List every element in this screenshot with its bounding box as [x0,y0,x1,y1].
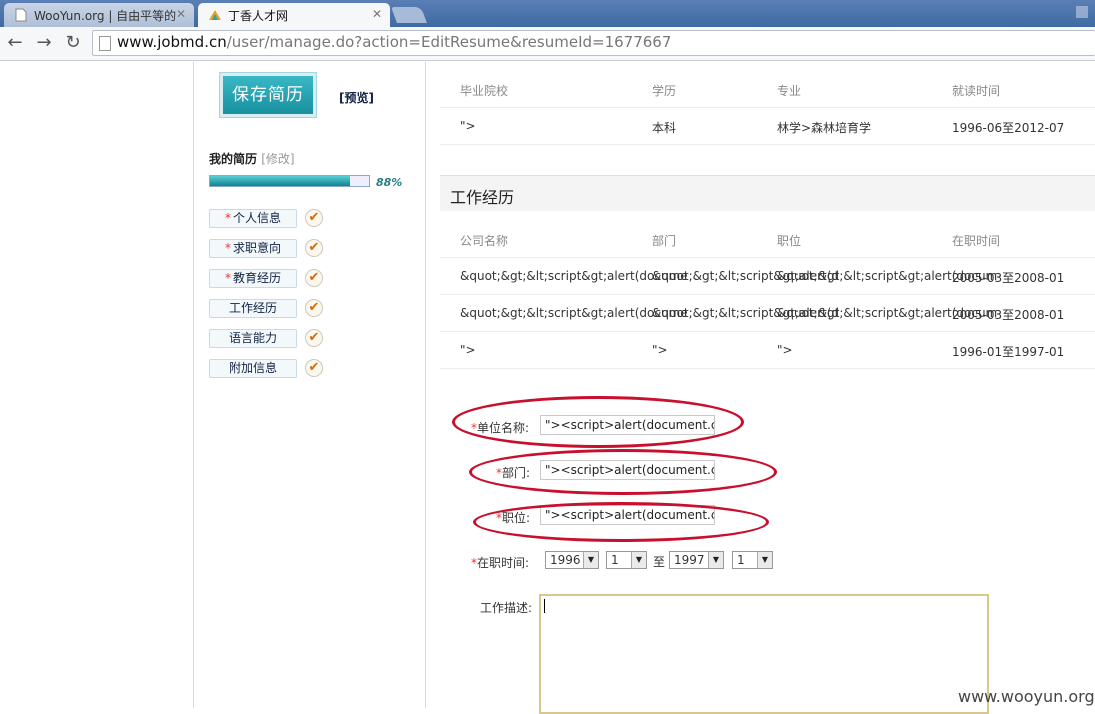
table-cell: 1996-01至1997-01 [952,345,1065,359]
annotation-oval [469,449,777,495]
table-cell: 本科 [652,121,677,135]
check-icon: ✔ [305,299,323,317]
table-cell: 2005-03至2008-01 [952,308,1065,322]
table-row: &quot;&gt;&lt;script&gt;alert(docume &qu… [440,295,1095,332]
chevron-down-icon: ▼ [757,552,772,568]
reload-icon[interactable]: ↻ [62,32,84,54]
tab-title: 丁香人才网 [228,9,289,23]
required-star: * [224,241,231,255]
sidebar-item-label: 求职意向 [232,241,281,255]
column-header: 职位 [777,234,802,248]
check-icon: ✔ [305,329,323,347]
page-icon [99,36,111,51]
column-header: 公司名称 [460,234,509,248]
tab-title: WooYun.org | 自由平等的 [34,9,177,23]
divider [425,62,426,708]
sidebar-item-label: 附加信息 [228,361,277,375]
work-experience-section-header: 工作经历 [440,175,1095,211]
sidebar-item-job-intent[interactable]: * 求职意向 [209,239,297,258]
start-year-select[interactable]: 1996 ▼ [545,551,599,569]
check-icon: ✔ [305,359,323,377]
end-year-select[interactable]: 1997 ▼ [669,551,724,569]
sidebar-item-additional-info[interactable]: 附加信息 [209,359,297,378]
chevron-down-icon: ▼ [631,552,646,568]
tab-wooyun[interactable]: WooYun.org | 自由平等的 ✕ [4,3,194,27]
column-header: 专业 [777,84,802,98]
sidebar-item-label: 个人信息 [232,211,281,225]
table-cell: 2005-03至2008-01 [952,271,1065,285]
table-cell: 林学>森林培育学 [777,121,872,135]
new-tab-button[interactable] [391,7,427,23]
divider [193,62,194,708]
column-header: 学历 [652,84,677,98]
close-tab-icon[interactable]: ✕ [176,7,186,21]
browser-toolbar: ← → ↻ www.jobmd.cn/user/manage.do?action… [0,27,1095,61]
table-row: "> "> "> 1996-01至1997-01 [440,332,1095,369]
sidebar-item-label: 语言能力 [228,331,277,345]
table-cell: "> [652,343,668,357]
save-resume-button[interactable]: 保存简历 [220,73,316,117]
progress-percent: 88% [376,176,403,189]
preview-link[interactable]: [预览] [339,89,374,106]
table-cell: "> [460,119,476,133]
sidebar-item-label: 工作经历 [228,301,277,315]
period-label: *在职时间: [471,554,529,571]
to-label: 至 [653,555,666,569]
resume-progress-bar [209,175,370,187]
forward-arrow-icon[interactable]: → [33,32,55,54]
select-value: 1 [737,553,745,567]
sidebar-item-education[interactable]: * 教育经历 [209,269,297,288]
table-cell: 1996-06至2012-07 [952,121,1065,135]
text-caret [544,599,545,613]
column-header: 毕业院校 [460,84,509,98]
check-icon: ✔ [305,209,323,227]
label-text: 在职时间: [477,556,530,570]
column-header: 在职时间 [952,234,1001,248]
description-label: 工作描述: [480,601,533,615]
annotation-oval [473,502,769,542]
browser-tab-bar: WooYun.org | 自由平等的 ✕ 丁香人才网 ✕ [0,0,1095,27]
column-header: 部门 [652,234,677,248]
close-tab-icon[interactable]: ✕ [372,7,382,21]
select-value: 1 [611,553,619,567]
work-description-textarea[interactable] [539,594,989,714]
required-star: * [224,271,231,285]
table-row: "> 本科 林学>森林培育学 1996-06至2012-07 [440,108,1095,145]
select-value: 1997 [674,553,705,567]
start-month-select[interactable]: 1 ▼ [606,551,647,569]
watermark: www.wooyun.org [958,687,1095,706]
my-resume-heading: 我的简历 [修改] [209,150,295,167]
required-star: * [224,211,231,225]
sidebar-item-work-experience[interactable]: 工作经历 [209,299,297,318]
table-cell: "> [777,343,793,357]
end-month-select[interactable]: 1 ▼ [732,551,773,569]
modify-link[interactable]: [修改] [261,152,294,166]
url-host: www.jobmd.cn [117,33,227,51]
work-header-row: 公司名称 部门 职位 在职时间 [440,222,1095,258]
table-row: &quot;&gt;&lt;script&gt;alert(docume &qu… [440,258,1095,295]
jobmd-favicon-icon [209,10,221,20]
tab-jobmd[interactable]: 丁香人才网 ✕ [198,3,390,27]
chevron-down-icon: ▼ [583,552,598,568]
chevron-down-icon: ▼ [708,552,723,568]
column-header: 就读时间 [952,84,1001,98]
annotation-oval [452,396,744,448]
address-bar[interactable]: www.jobmd.cn/user/manage.do?action=EditR… [92,30,1095,56]
table-cell: "> [460,343,476,357]
check-icon: ✔ [305,269,323,287]
sidebar-item-personal-info[interactable]: * 个人信息 [209,209,297,228]
window-control[interactable] [1076,6,1088,18]
section-title: 工作经历 [450,188,515,207]
check-icon: ✔ [305,239,323,257]
page-icon [15,8,27,22]
education-header-row: 毕业院校 学历 专业 就读时间 [440,72,1095,108]
select-value: 1996 [550,553,581,567]
sidebar-item-language[interactable]: 语言能力 [209,329,297,348]
my-resume-label: 我的简历 [209,152,258,166]
url-path: /user/manage.do?action=EditResume&resume… [226,33,672,51]
page-content: 保存简历 [预览] 我的简历 [修改] 88% * 个人信息 ✔ * 求职意向 ✔ … [0,62,1095,714]
sidebar-item-label: 教育经历 [232,271,281,285]
back-arrow-icon[interactable]: ← [4,32,26,54]
progress-fill [210,176,350,186]
